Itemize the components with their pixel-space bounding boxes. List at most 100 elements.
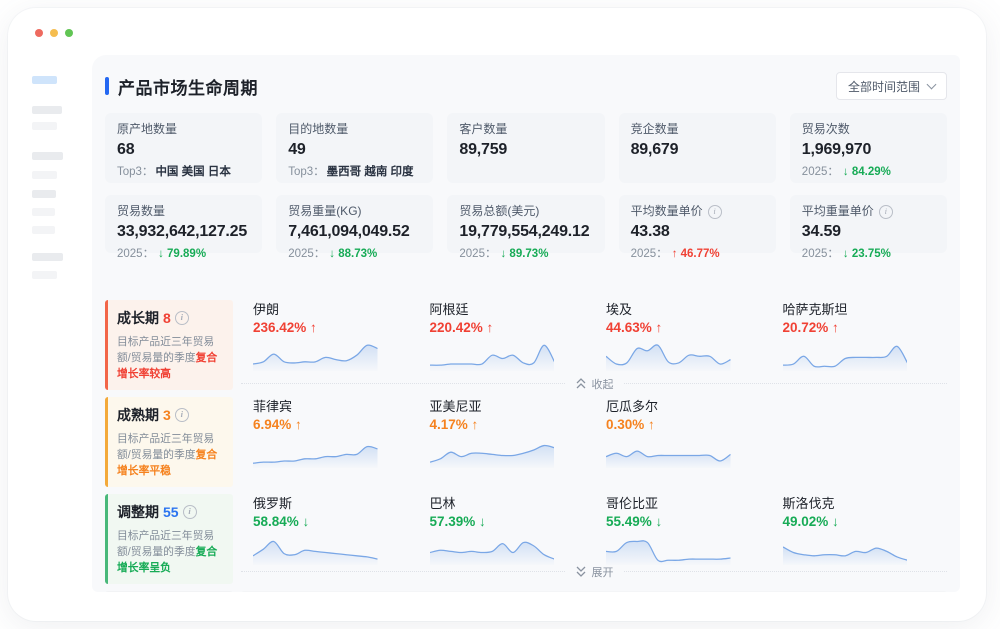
stat-card: 竞企数量89,679 xyxy=(619,113,776,183)
lifecycle-sections: 成长期8i目标产品近三年贸易额/贸易量的季度复合增长率较高伊朗236.42% ↑… xyxy=(105,300,947,592)
country-chart-card[interactable]: 巴林57.39% ↓ xyxy=(418,494,595,565)
stat-card: 贸易重量(KG)7,461,094,049.522025：↓ 88.73% xyxy=(276,195,433,253)
stat-card: 目的地数量49Top3：墨西哥 越南 印度 xyxy=(276,113,433,183)
section-count: 8 xyxy=(163,310,171,326)
stat-label: 目的地数量 xyxy=(288,122,348,137)
country-chart-card[interactable]: 菲律宾6.94% ↑ xyxy=(241,397,418,468)
stat-label: 贸易总额(美元) xyxy=(459,204,539,219)
title-accent-bar xyxy=(105,77,109,95)
stat-card: 贸易数量33,932,642,127.252025：↓ 79.89% xyxy=(105,195,262,253)
trend-value: ↓ 88.73% xyxy=(329,248,377,260)
sparkline-chart xyxy=(253,434,378,468)
stat-card: 原产地数量68Top3：中国 美国 日本 xyxy=(105,113,262,183)
stat-trend: 2025： ↓ 88.73% xyxy=(288,247,421,261)
sparkline-chart xyxy=(253,531,378,565)
stat-label: 平均数量单价 xyxy=(631,204,703,219)
sidebar-item[interactable] xyxy=(32,253,63,261)
country-name: 阿根廷 xyxy=(430,301,555,318)
stat-card: 贸易总额(美元)19,779,554,249.122025：↓ 89.73% xyxy=(447,195,604,253)
sparkline-chart xyxy=(783,337,908,371)
sidebar-item[interactable] xyxy=(32,208,55,216)
sidebar-item[interactable] xyxy=(32,106,62,114)
section-description-highlight: 复合增长率平稳 xyxy=(117,449,217,477)
stat-trend: 2025：↓ 89.73% xyxy=(459,247,592,261)
info-icon[interactable]: i xyxy=(175,311,189,325)
stat-trend: 2025： ↑ 46.77% xyxy=(631,247,764,261)
trend-value: ↓ 23.75% xyxy=(843,248,891,260)
time-range-dropdown[interactable]: 全部时间范围 xyxy=(836,72,947,100)
page-title: 产品市场生命周期 xyxy=(105,74,258,99)
section-label-card: 调整期55i目标产品近三年贸易额/贸易量的季度复合增长率呈负 xyxy=(105,494,233,584)
section-toggle-collapse[interactable]: 收起 xyxy=(241,377,947,390)
stat-label: 贸易次数 xyxy=(802,122,850,137)
trend-value: ↑ 46.77% xyxy=(672,248,720,260)
trend-year-label: 2025： xyxy=(117,248,154,260)
country-chart-card[interactable]: 亚美尼亚4.17% ↑ xyxy=(418,397,595,468)
section-description-highlight: 复合增长率较高 xyxy=(117,352,217,380)
country-change: 20.72% ↑ xyxy=(783,319,908,337)
sparkline-chart xyxy=(430,434,555,468)
sparkline-chart xyxy=(430,337,555,371)
stat-top3: Top3：墨西哥 越南 印度 xyxy=(288,165,421,179)
section-content: 菲律宾6.94% ↑亚美尼亚4.17% ↑厄瓜多尔0.30% ↑ xyxy=(241,397,947,487)
sparkline-chart xyxy=(606,434,731,468)
stat-value: 89,759 xyxy=(459,140,592,160)
country-change: 58.84% ↓ xyxy=(253,513,378,531)
maximize-window-button[interactable] xyxy=(65,29,73,37)
stat-label: 平均重量单价 xyxy=(802,204,874,219)
country-chart-card[interactable]: 埃及44.63% ↑ xyxy=(594,300,771,371)
country-chart-card[interactable]: 俄罗斯58.84% ↓ xyxy=(241,494,418,565)
other-countries-list: 留尼旺岛南非阿曼赫德岛和麦克唐纳群岛乌拉圭坦桑尼亚中国(澳门)黎巴嫩卢旺达中非朝… xyxy=(241,591,947,592)
section-description: 目标产品近三年贸易额/贸易量的季度复合增长率平稳 xyxy=(117,431,227,479)
minimize-window-button[interactable] xyxy=(50,29,58,37)
stat-trend: 2025：↓ 79.89% xyxy=(117,247,250,261)
chevron-double-up-icon xyxy=(575,377,587,390)
country-name: 斯洛伐克 xyxy=(783,495,908,512)
sidebar-item[interactable] xyxy=(32,271,57,279)
info-icon[interactable]: i xyxy=(708,205,722,219)
stat-card: 平均重量单价i34.592025：↓ 23.75% xyxy=(790,195,947,253)
sidebar-item[interactable] xyxy=(32,226,55,234)
dashboard-panel: 产品市场生命周期 全部时间范围 原产地数量68Top3：中国 美国 日本目的地数… xyxy=(92,55,960,592)
country-change: 0.30% ↑ xyxy=(606,416,731,434)
section-name: 调整期 xyxy=(117,502,159,522)
country-name: 埃及 xyxy=(606,301,731,318)
info-icon[interactable]: i xyxy=(175,408,189,422)
sidebar-item[interactable] xyxy=(32,190,56,198)
sidebar-item-active[interactable] xyxy=(32,76,57,84)
sidebar-item[interactable] xyxy=(32,122,57,130)
top3-label: Top3： xyxy=(117,166,153,178)
trend-year-label: 2025： xyxy=(288,248,325,260)
trend-year-label: 2025： xyxy=(459,248,496,260)
country-name: 菲律宾 xyxy=(253,398,378,415)
country-chart-card[interactable]: 伊朗236.42% ↑ xyxy=(241,300,418,371)
country-name: 哥伦比亚 xyxy=(606,495,731,512)
country-chart-card[interactable]: 阿根廷220.42% ↑ xyxy=(418,300,595,371)
stat-card: 平均数量单价i43.382025：↑ 46.77% xyxy=(619,195,776,253)
country-name: 俄罗斯 xyxy=(253,495,378,512)
sidebar-item[interactable] xyxy=(32,171,57,179)
section-toggle-expand[interactable]: 展开 xyxy=(241,565,947,578)
country-charts: 伊朗236.42% ↑阿根廷220.42% ↑埃及44.63% ↑哈萨克斯坦20… xyxy=(241,300,947,371)
section-name: 成长期 xyxy=(117,308,159,328)
trend-year-label: 2025： xyxy=(631,248,668,260)
sidebar-item[interactable] xyxy=(32,152,63,160)
country-chart-card[interactable]: 哈萨克斯坦20.72% ↑ xyxy=(771,300,948,371)
section-count: 3 xyxy=(163,407,171,423)
country-name: 巴林 xyxy=(430,495,555,512)
stat-label: 贸易重量(KG) xyxy=(288,204,361,219)
country-chart-card[interactable]: 哥伦比亚55.49% ↓ xyxy=(594,494,771,565)
sparkline-chart xyxy=(783,531,908,565)
panel-header: 产品市场生命周期 全部时间范围 xyxy=(105,71,947,101)
close-window-button[interactable] xyxy=(35,29,43,37)
country-chart-card[interactable]: 斯洛伐克49.02% ↓ xyxy=(771,494,948,565)
section-content: 留尼旺岛南非阿曼赫德岛和麦克唐纳群岛乌拉圭坦桑尼亚中国(澳门)黎巴嫩卢旺达中非朝… xyxy=(241,591,947,592)
stat-value: 33,932,642,127.25 xyxy=(117,222,250,242)
info-icon[interactable]: i xyxy=(183,505,197,519)
lifecycle-section-mature: 成熟期3i目标产品近三年贸易额/贸易量的季度复合增长率平稳菲律宾6.94% ↑亚… xyxy=(105,397,947,487)
section-label-card: 成熟期3i目标产品近三年贸易额/贸易量的季度复合增长率平稳 xyxy=(105,397,233,487)
country-chart-card[interactable]: 厄瓜多尔0.30% ↑ xyxy=(594,397,771,468)
stat-trend: 2025：↓ 84.29% xyxy=(802,165,935,179)
info-icon[interactable]: i xyxy=(879,205,893,219)
stat-value: 19,779,554,249.12 xyxy=(459,222,592,242)
